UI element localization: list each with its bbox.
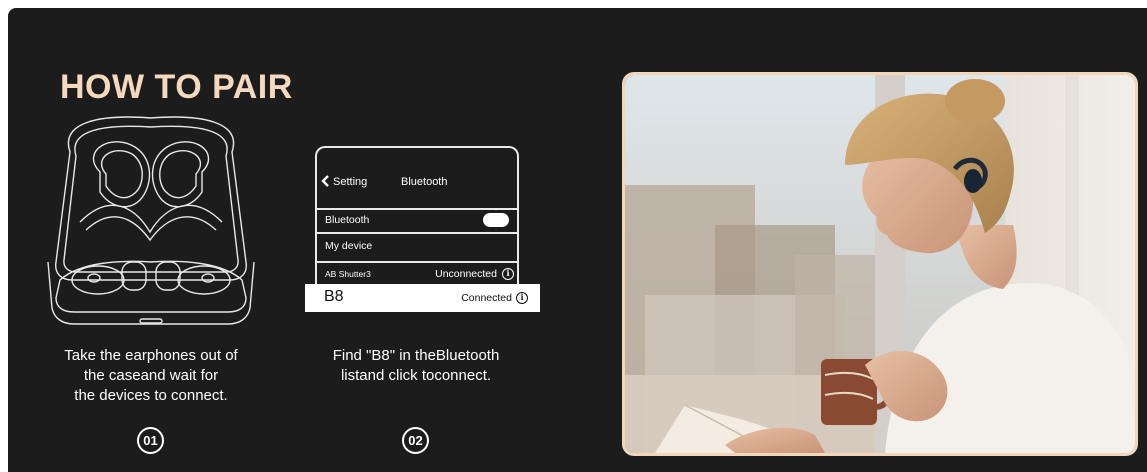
page-title: HOW TO PAIR [60,68,293,106]
bluetooth-toggle[interactable] [483,213,509,227]
my-device-label: My device [325,240,373,252]
lifestyle-photo [622,72,1138,456]
phone-header: Setting Bluetooth [317,148,517,210]
step-line: the devices to connect. [74,387,228,404]
earbuds-case-icon [40,112,262,334]
step-number-badge: 02 [402,427,429,454]
bluetooth-toggle-row[interactable]: Bluetooth [315,208,519,231]
device-name: B8 [324,288,344,305]
step-2-instructions: Find "B8" in theBluetooth listand click … [305,346,527,386]
device-row-ab-shutter[interactable]: AB Shutter3 Unconnected i [315,261,519,284]
device-row-b8[interactable]: B8 Connected i [298,284,540,312]
step-line: the caseand wait for [83,367,219,384]
device-status: Connected [461,292,512,304]
row-edge-marker [298,284,305,312]
back-label[interactable]: Setting [333,176,367,188]
step-1-instructions: Take the earphones out of the caseand wa… [40,346,262,406]
chevron-left-icon[interactable] [321,175,330,187]
step-line: Take the earphones out of [64,347,238,364]
step-line: listand click toconnect. [340,367,492,384]
bluetooth-label: Bluetooth [325,214,370,226]
device-name: AB Shutter3 [325,269,371,279]
my-device-header: My device [315,232,519,258]
info-circle-icon[interactable]: i [502,268,514,280]
step-line: Find "B8" in theBluetooth [332,347,500,364]
device-status: Unconnected [435,268,497,280]
screen-title: Bluetooth [401,176,448,188]
info-circle-icon[interactable]: i [516,292,528,304]
step-number-badge: 01 [137,427,164,454]
